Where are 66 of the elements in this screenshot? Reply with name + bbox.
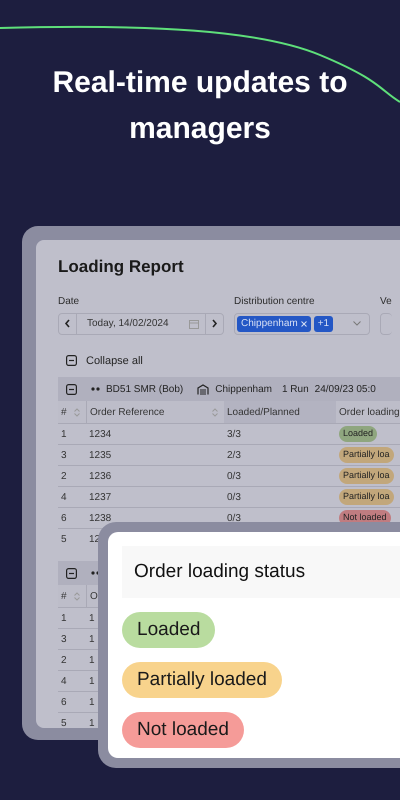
run-count: 1 Run — [282, 382, 309, 396]
collapse-icon[interactable] — [66, 568, 77, 578]
calendar-icon — [189, 318, 199, 328]
status-pill: Loaded — [339, 426, 378, 442]
status-pill: Partially loa — [339, 468, 394, 484]
field-label: Date — [58, 294, 80, 308]
legend-pill: Not loaded — [122, 712, 244, 748]
table-cell-text: 1234 — [89, 428, 112, 442]
table-cell-text: 2/3 — [227, 448, 241, 462]
date-picker[interactable]: Today, 14/02/2024 — [58, 312, 224, 334]
status-pill: Partially loa — [339, 447, 394, 463]
table-cell-text: 1 — [61, 612, 67, 626]
centre-name: Chippenham — [215, 382, 272, 396]
date-value: Today, 14/02/2024 — [86, 317, 170, 331]
legend-title: Order loading status — [122, 546, 400, 598]
field-label: Ve — [380, 294, 392, 308]
table-cell-text: 1 — [89, 696, 95, 710]
table-cell-text: 2 — [61, 470, 67, 484]
table-cell-text: 6 — [61, 512, 67, 526]
table-cell-text: 1238 — [89, 512, 112, 526]
table-cell-text: 1237 — [89, 490, 112, 504]
table-cell-text: 1 — [89, 654, 95, 668]
table-cell-text: 0/3 — [227, 470, 241, 484]
table-cell-text: 1236 — [89, 470, 112, 484]
table-cell-text: 1 — [89, 674, 95, 688]
count-chip[interactable]: +1 — [314, 316, 334, 332]
collapse-icon[interactable] — [66, 355, 77, 366]
table-cell-text: 1235 — [89, 448, 112, 462]
collapse-icon[interactable] — [66, 384, 77, 394]
table-cell-text: 1 — [61, 428, 67, 442]
column-header[interactable]: Order loading — [336, 401, 400, 423]
legend-pill: Partially loaded — [122, 662, 282, 698]
status-pill: Partially loa — [339, 489, 394, 505]
table-cell-text: 3 — [61, 448, 67, 462]
table-cell-text: 1 — [89, 632, 95, 646]
legend-pill: Loaded — [122, 612, 216, 648]
table-cell-text: 3 — [61, 632, 67, 646]
dropdown-caret-icon — [353, 321, 361, 326]
table-cell-text: 5 — [61, 716, 67, 728]
group-header[interactable]: BD51 SMR (Bob) Chippenham 1 Run 24/09/23 05:0 — [58, 377, 400, 401]
headline: Real-time updates to managers — [51, 65, 349, 147]
table-cell-text: 0/3 — [227, 512, 241, 526]
table-cell-text: 1 — [89, 612, 95, 626]
column-header[interactable]: # — [58, 585, 86, 607]
warehouse-icon — [197, 384, 210, 394]
previous-icon[interactable] — [64, 319, 71, 328]
column-header[interactable]: # — [58, 401, 86, 423]
table-cell-text: 6 — [61, 696, 67, 710]
table-cell-text: 2 — [61, 654, 67, 668]
collapse-all-link[interactable]: Collapse all — [86, 352, 143, 369]
table-cell-text: 5 — [61, 532, 67, 546]
vehicle-name: BD51 SMR (Bob) — [106, 382, 184, 396]
table-cell-text: 4 — [61, 490, 67, 504]
run-time: 24/09/23 05:0 — [314, 382, 376, 396]
table-cell-text: 4 — [61, 674, 67, 688]
next-icon[interactable] — [211, 319, 218, 328]
distribution-select[interactable]: Chippenham +1 — [234, 312, 370, 334]
field-label: Distribution centre — [234, 294, 316, 308]
table-cell-text: 3/3 — [227, 428, 241, 442]
table-cell-text: 1 — [89, 716, 95, 728]
close-icon[interactable] — [300, 320, 307, 326]
report-title: Loading Report — [58, 256, 185, 278]
driver-dots-icon — [91, 387, 100, 391]
filter-chip[interactable]: Chippenham — [237, 316, 311, 332]
table-cell-text: 0/3 — [227, 490, 241, 504]
column-header[interactable]: Loaded/Planned — [224, 401, 336, 423]
